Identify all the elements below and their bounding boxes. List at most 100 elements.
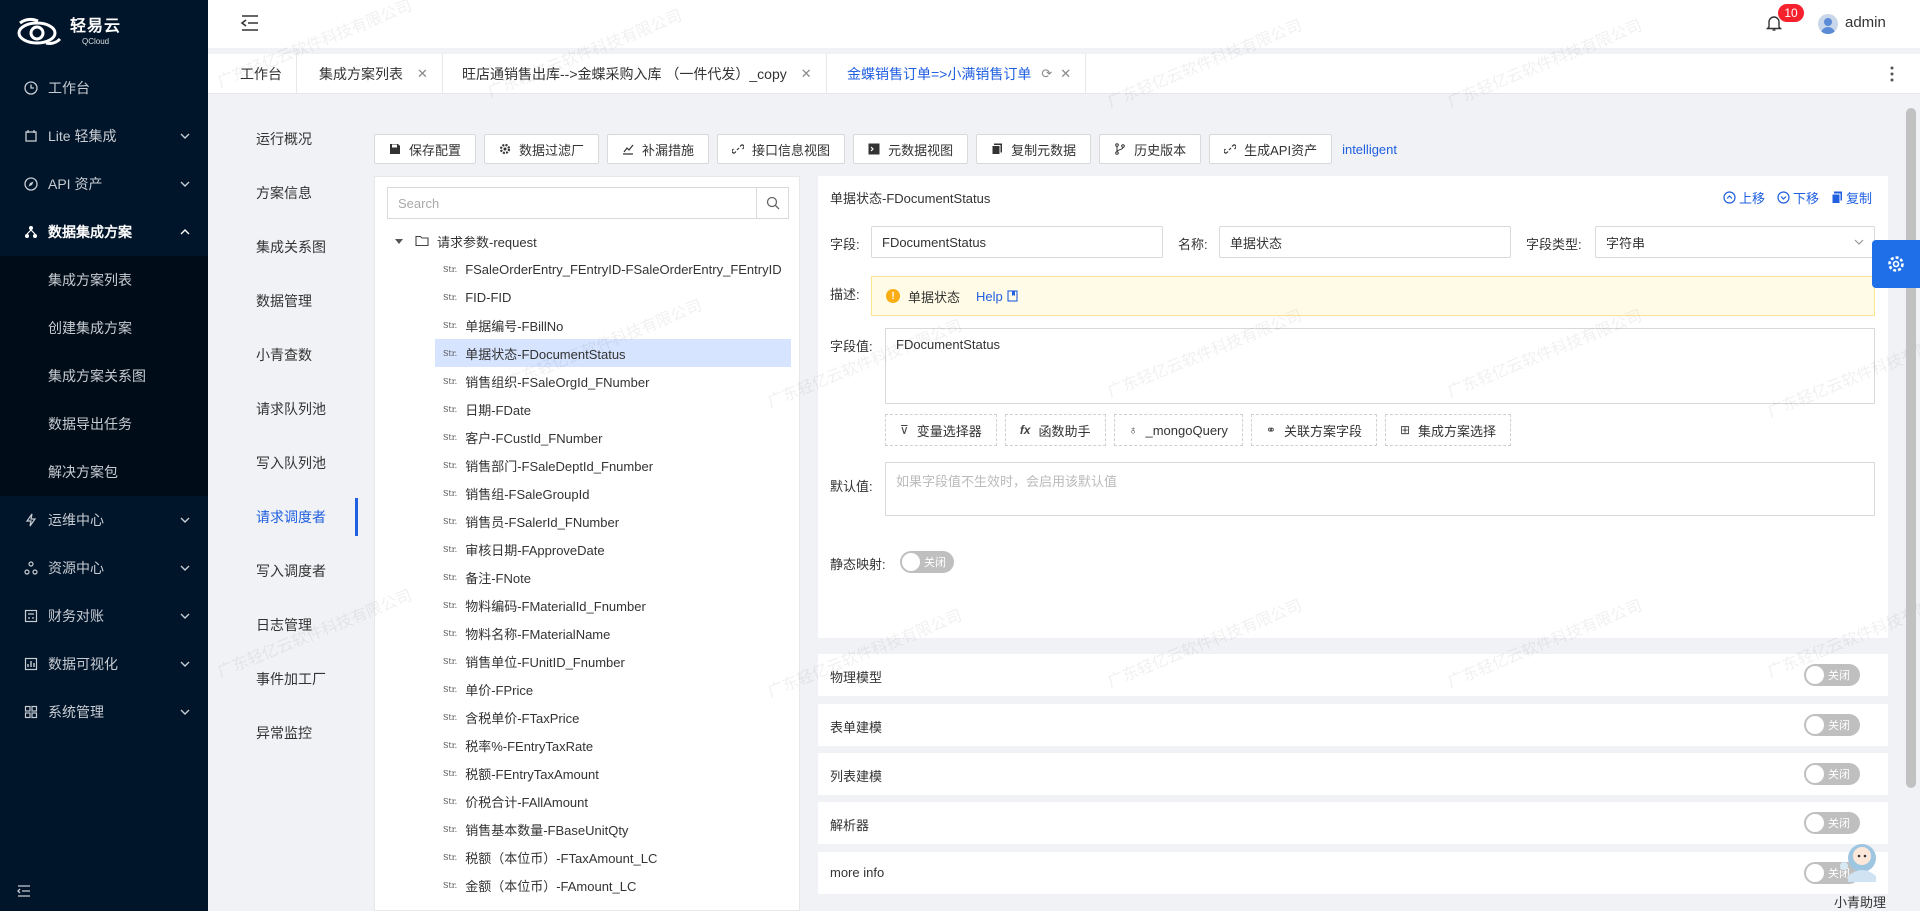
section-more-info[interactable]: more info 关闭: [818, 852, 1888, 894]
field-type-select[interactable]: 字符串: [1595, 226, 1875, 258]
field-input[interactable]: FDocumentStatus: [871, 226, 1163, 258]
tree-node[interactable]: Str. 日期-FDate: [387, 395, 801, 423]
menu-item-lite[interactable]: Lite 轻集成: [0, 112, 208, 160]
section-parser[interactable]: 解析器 关闭: [818, 802, 1888, 844]
nav-item-plan-info[interactable]: 方案信息: [240, 166, 350, 220]
tree-node[interactable]: Str. 客户-FCustId_FNumber: [387, 423, 801, 451]
nav-item-relation-graph[interactable]: 集成关系图: [240, 220, 350, 274]
section-switch[interactable]: 关闭: [1804, 812, 1860, 834]
tree-node[interactable]: Str. 税率%-FEntryTaxRate: [387, 731, 801, 759]
tab-kingdee-plan[interactable]: 金蝶销售订单=>小满销售订单 ⟳ ✕: [833, 54, 1087, 94]
intelligent-link[interactable]: intelligent: [1342, 142, 1397, 157]
tree-root[interactable]: 请求参数-request: [387, 227, 801, 255]
tree-node[interactable]: Str. 单据编号-FBillNo: [387, 311, 801, 339]
tree-node[interactable]: Str. FSaleOrderEntry_FEntryID-FSaleOrderE…: [387, 255, 801, 283]
tree-node[interactable]: Str. 税额（本位币）-FTaxAmount_LC: [387, 843, 801, 871]
refresh-icon[interactable]: ⟳: [1041, 66, 1052, 82]
logo[interactable]: 轻易云 QCloud: [0, 0, 208, 64]
section-switch[interactable]: 关闭: [1804, 664, 1860, 686]
value-textarea[interactable]: FDocumentStatus: [885, 328, 1875, 404]
menu-fold-icon[interactable]: [16, 883, 32, 899]
nav-item-overview[interactable]: 运行概况: [240, 112, 350, 166]
submenu-item-create-plan[interactable]: 创建集成方案: [0, 304, 208, 352]
tree-node[interactable]: Str. 销售员-FSalerId_FNumber: [387, 507, 801, 535]
mongo-query-button[interactable]: ♁ _mongoQuery: [1113, 414, 1243, 446]
copy-button[interactable]: 复制: [1831, 188, 1872, 207]
settings-button[interactable]: [1872, 240, 1920, 288]
search-icon[interactable]: [756, 188, 788, 218]
function-helper-button[interactable]: fx 函数助手: [1004, 414, 1106, 446]
menu-item-finance[interactable]: 财务对账: [0, 592, 208, 640]
tree-node[interactable]: Str. 审核日期-FApproveDate: [387, 535, 801, 563]
save-config-button[interactable]: 保存配置: [374, 134, 477, 164]
static-map-switch[interactable]: 关闭: [900, 551, 954, 573]
move-up-button[interactable]: 上移: [1723, 188, 1765, 207]
tree-node[interactable]: Str. 税额-FEntryTaxAmount: [387, 759, 801, 787]
assistant-avatar-icon[interactable]: [1832, 836, 1886, 886]
assistant-label[interactable]: 小青助理: [1834, 892, 1886, 911]
tree-node[interactable]: Str. 销售组织-FSaleOrgId_FNumber: [387, 367, 801, 395]
tab-workbench[interactable]: 工作台: [226, 54, 297, 94]
tree-node[interactable]: Str. 销售基本数量-FBaseUnitQty: [387, 815, 801, 843]
api-info-view-button[interactable]: 接口信息视图: [717, 134, 846, 164]
tree-node[interactable]: Str. 物料名称-FMaterialName: [387, 619, 801, 647]
section-list-model[interactable]: 列表建模 关闭: [818, 753, 1888, 795]
tree-node[interactable]: Str. 单价-FPrice: [387, 675, 801, 703]
nav-item-exception-monitor[interactable]: 异常监控: [240, 706, 350, 760]
variable-selector-button[interactable]: ⊽ 变量选择器: [885, 414, 997, 446]
default-value-input[interactable]: 如果字段值不生效时，会启用该默认值: [885, 462, 1875, 516]
close-icon[interactable]: ✕: [417, 66, 428, 82]
tree-node[interactable]: Str. 备注-FNote: [387, 563, 801, 591]
menu-item-workbench[interactable]: 工作台: [0, 64, 208, 112]
move-down-button[interactable]: 下移: [1777, 188, 1819, 207]
section-physical-model[interactable]: 物理模型 关闭: [818, 654, 1888, 696]
avatar[interactable]: [1818, 14, 1838, 34]
submenu-item-plan-graph[interactable]: 集成方案关系图: [0, 352, 208, 400]
menu-item-data-integration[interactable]: 数据集成方案: [0, 208, 208, 256]
tree-node[interactable]: Str. 金额（本位币）-FAmount_LC: [387, 871, 801, 899]
nav-item-query[interactable]: 小青查数: [240, 328, 350, 382]
nav-item-data-manage[interactable]: 数据管理: [240, 274, 350, 328]
generate-api-asset-button[interactable]: 生成API资产: [1209, 134, 1333, 164]
search-input[interactable]: [388, 188, 756, 218]
tree-node-selected[interactable]: Str. 单据状态-FDocumentStatus: [435, 339, 791, 367]
section-switch[interactable]: 关闭: [1804, 714, 1860, 736]
menu-item-visualization[interactable]: 数据可视化: [0, 640, 208, 688]
section-form-model[interactable]: 表单建模 关闭: [818, 704, 1888, 746]
section-switch[interactable]: 关闭: [1804, 763, 1860, 785]
user-name[interactable]: admin: [1845, 14, 1886, 31]
data-filter-button[interactable]: 数据过滤厂: [484, 134, 600, 164]
nav-item-write-queue[interactable]: 写入队列池: [240, 436, 350, 490]
scrollbar[interactable]: [1906, 108, 1916, 788]
tree-node[interactable]: Str. 销售组-FSaleGroupId: [387, 479, 801, 507]
copy-metadata-button[interactable]: 复制元数据: [976, 134, 1092, 164]
submenu-item-plan-list[interactable]: 集成方案列表: [0, 256, 208, 304]
nav-item-request-scheduler[interactable]: 请求调度者: [240, 490, 358, 544]
tree-node[interactable]: Str. 价税合计-FAllAmount: [387, 787, 801, 815]
close-icon[interactable]: ✕: [801, 66, 812, 82]
nav-item-event-factory[interactable]: 事件加工厂: [240, 652, 350, 706]
nav-item-request-queue[interactable]: 请求队列池: [240, 382, 350, 436]
more-icon[interactable]: [1890, 66, 1894, 82]
name-input[interactable]: 单据状态: [1219, 226, 1511, 258]
tab-wdt-plan[interactable]: 旺店通销售出库-->金蝶采购入库 （一件代发）_copy ✕: [448, 54, 827, 94]
nav-item-logs[interactable]: 日志管理: [240, 598, 350, 652]
related-plan-field-button[interactable]: ⚭ 关联方案字段: [1250, 414, 1377, 446]
menu-item-system[interactable]: 系统管理: [0, 688, 208, 736]
menu-collapse-icon[interactable]: [240, 14, 260, 32]
tree-node[interactable]: Str. FID-FID: [387, 283, 801, 311]
tree-node[interactable]: Str. 销售部门-FSaleDeptId_Fnumber: [387, 451, 801, 479]
close-icon[interactable]: ✕: [1060, 66, 1071, 82]
tree-node[interactable]: Str. 销售单位-FUnitID_Fnumber: [387, 647, 801, 675]
menu-item-ops[interactable]: 运维中心: [0, 496, 208, 544]
tree-node[interactable]: Str. 含税单价-FTaxPrice: [387, 703, 801, 731]
tree-node[interactable]: Str. 物料编码-FMaterialId_Fnumber: [387, 591, 801, 619]
submenu-item-solution-pack[interactable]: 解决方案包: [0, 448, 208, 496]
history-version-button[interactable]: 历史版本: [1099, 134, 1202, 164]
plan-selector-button[interactable]: ⊞ 集成方案选择: [1384, 414, 1512, 446]
menu-item-api[interactable]: API 资产: [0, 160, 208, 208]
remedy-button[interactable]: 补漏措施: [607, 134, 710, 164]
caret-down-icon[interactable]: [395, 238, 403, 244]
menu-item-resources[interactable]: 资源中心: [0, 544, 208, 592]
help-link[interactable]: Help: [976, 289, 1018, 304]
